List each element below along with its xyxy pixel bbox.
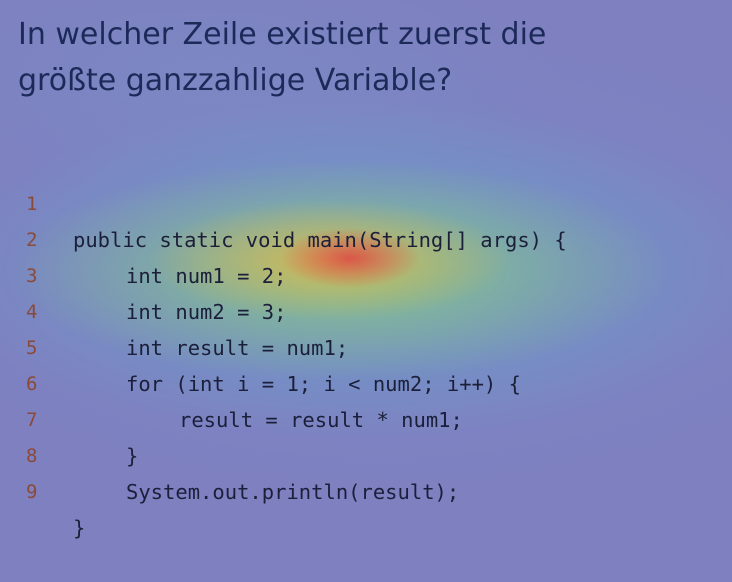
code-line-4: 4 int result = num1;: [0, 258, 732, 360]
code-text: System.out.println(result);: [126, 480, 460, 504]
code-line-7: 7 }: [0, 366, 732, 468]
code-line-5: 5 for (int i = 1; i < num2; i++) {: [0, 294, 732, 396]
code-line-1: 1 public static void main(String[] args)…: [0, 150, 732, 252]
code-line-2: 2 int num1 = 2;: [0, 186, 732, 288]
question-title: In welcher Zeile existiert zuerst die gr…: [18, 12, 698, 104]
code-line-9: 9 }: [0, 438, 732, 540]
code-line-3: 3 int num2 = 3;: [0, 222, 732, 324]
code-line-8: 8 System.out.println(result);: [0, 402, 732, 504]
code-listing: 1 public static void main(String[] args)…: [0, 150, 732, 540]
code-text: }: [73, 516, 86, 540]
question-line-2: größte ganzzahlige Variable?: [18, 63, 453, 98]
question-line-1: In welcher Zeile existiert zuerst die: [18, 17, 547, 52]
line-number: 9: [26, 481, 38, 503]
code-line-6: 6 result = result * num1;: [0, 330, 732, 432]
